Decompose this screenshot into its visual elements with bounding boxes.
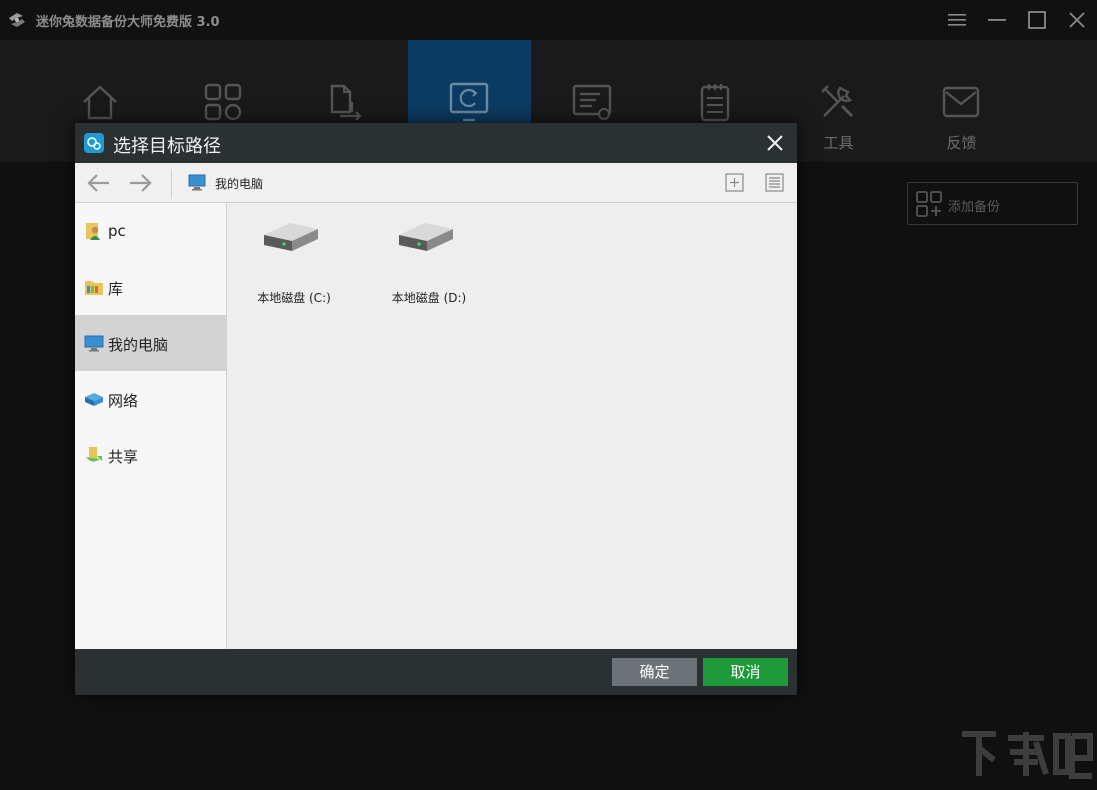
select-target-dialog: 选择目标路径 我的电脑 pc 库 我的电脑 网络 共享 本地磁盘 (C:) 本地… [75, 123, 797, 695]
list-view-icon[interactable] [765, 173, 784, 192]
backup-icon [449, 82, 489, 122]
dialog-app-icon [84, 133, 104, 153]
cancel-button[interactable]: 取消 [703, 658, 788, 686]
network-icon [85, 393, 103, 406]
dialog-title: 选择目标路径 [113, 136, 221, 157]
close-icon [1069, 12, 1085, 28]
library-icon [85, 281, 103, 295]
app-title: 迷你兔数据备份大师免费版 3.0 [36, 15, 220, 30]
drive-item-c[interactable]: 本地磁盘 (C:) [227, 211, 361, 311]
current-path: 我的电脑 [215, 177, 264, 191]
hard-drive-icon [399, 223, 453, 251]
minimize-icon [988, 19, 1006, 21]
app-logo-icon [9, 13, 25, 27]
sidebar-item-network[interactable]: 网络 [75, 371, 226, 427]
drive-item-d[interactable]: 本地磁盘 (D:) [362, 211, 496, 311]
user-folder-icon [86, 223, 100, 240]
watermark-logo [962, 731, 1093, 779]
dialog-close-icon[interactable] [765, 133, 785, 153]
hamburger-icon [948, 14, 966, 26]
sidebar-item-share[interactable]: 共享 [75, 427, 226, 483]
close-window-button[interactable] [1065, 8, 1089, 32]
clipboard-icon [700, 84, 730, 122]
minimize-button[interactable] [985, 8, 1009, 32]
share-icon [86, 447, 102, 462]
drive-list: 本地磁盘 (C:) 本地磁盘 (D:) [227, 203, 797, 649]
task-list-icon [572, 84, 612, 120]
sidebar-item-library[interactable]: 库 [75, 259, 226, 315]
forward-arrow-icon[interactable] [128, 171, 154, 195]
nav-feedback[interactable]: 反馈 [900, 40, 1023, 162]
maximize-icon [1028, 11, 1046, 29]
mail-icon [942, 86, 980, 118]
new-folder-icon[interactable] [725, 173, 744, 192]
sidebar-item-pc[interactable]: pc [75, 203, 226, 259]
computer-icon [188, 174, 206, 191]
ok-button[interactable]: 确定 [612, 658, 697, 686]
home-icon [83, 85, 117, 120]
dialog-footer: 确定 取消 [75, 649, 797, 695]
sidebar-item-my-computer[interactable]: 我的电脑 [75, 315, 226, 371]
dialog-toolbar: 我的电脑 [75, 163, 797, 203]
hard-drive-icon [264, 223, 318, 251]
add-backup-button[interactable]: 添加备份 [907, 182, 1078, 225]
back-arrow-icon[interactable] [85, 171, 111, 195]
dialog-header: 选择目标路径 [75, 123, 797, 163]
file-transfer-icon [330, 84, 362, 121]
add-backup-icon [916, 191, 942, 217]
maximize-button[interactable] [1025, 8, 1049, 32]
menu-button[interactable] [945, 8, 969, 32]
tools-icon [821, 85, 854, 118]
apps-icon [204, 83, 242, 121]
toolbar-divider [171, 169, 172, 199]
app-titlebar: 迷你兔数据备份大师免费版 3.0 [0, 0, 1097, 40]
dialog-sidebar: pc 库 我的电脑 网络 共享 [75, 203, 227, 649]
computer-icon [84, 335, 104, 352]
